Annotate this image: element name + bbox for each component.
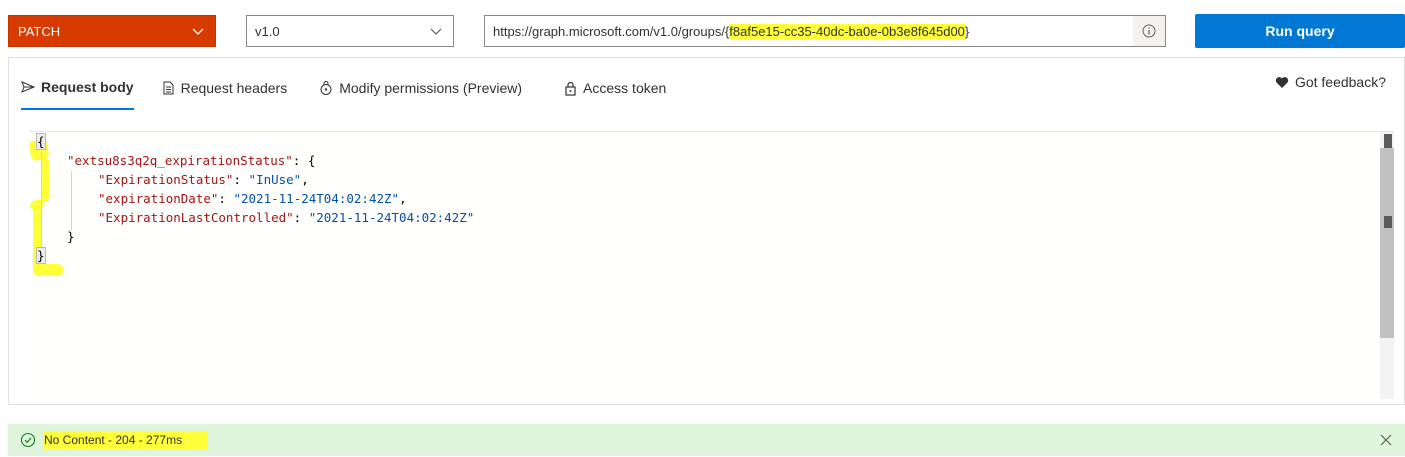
json-key: "extsu8s3q2q_expirationStatus" <box>67 153 293 168</box>
heart-icon <box>1275 76 1289 88</box>
shield-lock-icon <box>320 80 332 95</box>
tab-request-body[interactable]: Request body <box>21 66 134 110</box>
tab-modify-permissions[interactable]: Modify permissions (Preview) <box>319 66 522 110</box>
run-query-button[interactable]: Run query <box>1195 14 1405 48</box>
json-punct: : <box>218 191 234 206</box>
json-punct: , <box>301 172 309 187</box>
tab-request-headers[interactable]: Request headers <box>162 66 288 110</box>
request-url-text: https://graph.microsoft.com/v1.0/groups/… <box>485 23 1133 39</box>
tab-label: Modify permissions (Preview) <box>339 80 523 96</box>
request-body-editor[interactable]: { "extsu8s3q2q_expirationStatus": { "Exp… <box>28 131 1394 399</box>
http-method-dropdown[interactable]: PATCH <box>8 15 216 47</box>
request-tabs: Request body Request headers Modify perm… <box>21 58 666 118</box>
tab-label: Request headers <box>180 80 288 96</box>
json-line: { <box>36 132 46 151</box>
url-prefix: https://graph.microsoft.com/v1.0/groups/… <box>493 23 730 39</box>
chevron-down-icon <box>430 28 442 35</box>
json-brace: } <box>36 247 46 264</box>
response-status-text: No Content - 204 - 277ms <box>44 431 209 449</box>
tab-access-token[interactable]: Access token <box>564 66 666 110</box>
info-icon <box>1142 24 1156 38</box>
scrollbar-marker <box>1384 216 1392 228</box>
run-query-label: Run query <box>1265 23 1335 39</box>
indent-guide <box>71 171 72 231</box>
json-punct: : { <box>292 153 316 168</box>
url-suffix: } <box>964 23 970 39</box>
feedback-link[interactable]: Got feedback? <box>1275 74 1386 90</box>
json-line: "extsu8s3q2q_expirationStatus": { <box>67 151 315 170</box>
json-line: "ExpirationStatus": "InUse", <box>98 170 309 189</box>
scrollbar-thumb[interactable] <box>1380 148 1394 338</box>
json-line: "expirationDate": "2021-11-24T04:02:42Z"… <box>98 189 407 208</box>
document-icon <box>163 81 174 95</box>
json-brace: } <box>67 229 75 244</box>
json-punct: : <box>233 172 249 187</box>
json-value: "InUse" <box>248 172 302 187</box>
json-brace: { <box>36 133 46 150</box>
check-circle-icon <box>20 432 36 448</box>
tab-label: Request body <box>41 79 134 95</box>
tab-label: Access token <box>583 80 667 96</box>
api-version-dropdown[interactable]: v1.0 <box>246 15 454 47</box>
indent-guide <box>41 152 42 250</box>
url-group-id: f8af5e15-cc35-40dc-ba0e-0b3e8f645d00 <box>729 23 965 39</box>
json-key: "ExpirationLastControlled" <box>98 210 294 225</box>
editor-scrollbar[interactable] <box>1380 132 1394 399</box>
highlight-stroke <box>41 158 49 202</box>
json-punct: , <box>399 191 407 206</box>
json-value: "2021-11-24T04:02:42Z" <box>308 210 475 225</box>
scrollbar-marker <box>1384 134 1392 148</box>
feedback-label: Got feedback? <box>1294 74 1386 90</box>
send-icon <box>21 81 35 93</box>
chevron-down-icon <box>192 28 204 35</box>
lock-icon <box>565 81 576 96</box>
api-version-label: v1.0 <box>255 23 280 39</box>
highlight-stroke <box>33 264 63 276</box>
json-value: "2021-11-24T04:02:42Z" <box>233 191 400 206</box>
url-info-button[interactable] <box>1133 16 1165 46</box>
request-url-input[interactable]: https://graph.microsoft.com/v1.0/groups/… <box>484 15 1166 47</box>
json-line: } <box>67 227 75 246</box>
response-status-bar: No Content - 204 - 277ms <box>8 424 1405 456</box>
http-method-label: PATCH <box>18 23 61 39</box>
request-panel: Request body Request headers Modify perm… <box>8 57 1405 405</box>
json-key: "expirationDate" <box>98 191 219 206</box>
json-key: "ExpirationStatus" <box>98 172 234 187</box>
json-line: "ExpirationLastControlled": "2021-11-24T… <box>98 210 475 225</box>
close-icon[interactable] <box>1379 433 1393 447</box>
json-line: } <box>36 246 46 265</box>
